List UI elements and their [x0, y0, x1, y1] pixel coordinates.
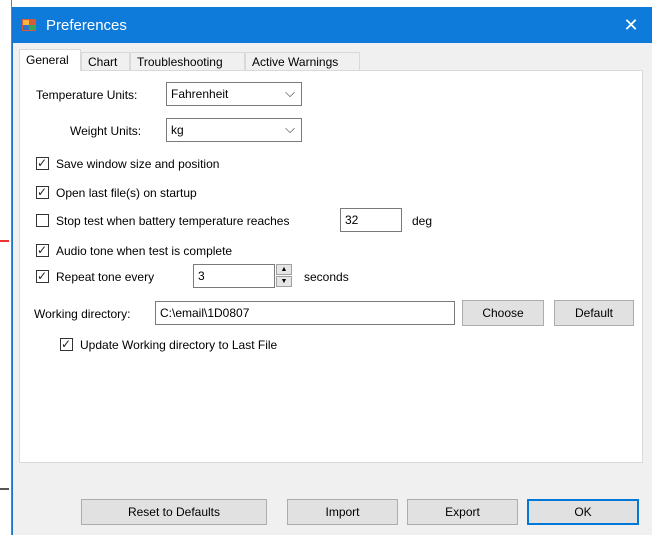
preferences-dialog: Preferences ✕ General Chart Troubleshoot…: [12, 7, 652, 535]
audio-tone-label: Audio tone when test is complete: [56, 244, 233, 258]
open-last-file-label: Open last file(s) on startup: [56, 186, 197, 200]
working-directory-input[interactable]: C:\email\1D0807: [155, 301, 455, 325]
close-icon[interactable]: ✕: [619, 13, 643, 37]
background-window-edge: [0, 0, 12, 535]
ok-button[interactable]: OK: [527, 499, 639, 525]
audio-tone-checkbox[interactable]: ✓: [36, 243, 49, 257]
app-logo-icon: [22, 19, 36, 31]
check-icon: ✓: [37, 185, 48, 199]
stop-temperature-value: 32: [345, 213, 359, 227]
stop-test-label: Stop test when battery temperature reach…: [56, 214, 290, 228]
general-tab-panel: Temperature Units: Fahrenheit ⌵ Weight U…: [19, 70, 643, 463]
reset-to-defaults-button[interactable]: Reset to Defaults: [81, 499, 267, 525]
check-icon: ✓: [37, 269, 48, 283]
tab-active-warnings[interactable]: Active Warnings: [245, 52, 360, 70]
save-window-label: Save window size and position: [56, 157, 220, 171]
tab-chart[interactable]: Chart: [81, 52, 130, 70]
background-marker: [0, 488, 9, 490]
working-directory-value: C:\email\1D0807: [160, 306, 250, 320]
check-icon: ✓: [37, 243, 48, 257]
chevron-down-icon: ⌵: [285, 121, 295, 136]
default-button[interactable]: Default: [554, 300, 634, 326]
choose-button[interactable]: Choose: [462, 300, 544, 326]
temperature-units-value: Fahrenheit: [171, 87, 229, 101]
open-last-file-checkbox[interactable]: ✓: [36, 185, 49, 199]
stop-temperature-unit: deg: [412, 214, 433, 228]
title-bar[interactable]: Preferences ✕: [13, 7, 652, 43]
export-button[interactable]: Export: [407, 499, 518, 525]
repeat-interval-unit: seconds: [304, 270, 349, 284]
check-icon: ✓: [61, 337, 72, 351]
stop-test-checkbox[interactable]: [36, 214, 49, 227]
repeat-interval-spinner[interactable]: ▲ ▼: [276, 264, 294, 288]
temperature-units-select[interactable]: Fahrenheit ⌵: [166, 82, 302, 106]
spin-down-icon[interactable]: ▼: [276, 276, 292, 287]
update-directory-checkbox[interactable]: ✓: [60, 337, 73, 351]
tab-troubleshooting[interactable]: Troubleshooting: [130, 52, 245, 70]
import-button[interactable]: Import: [287, 499, 398, 525]
background-marker: [0, 240, 9, 242]
chevron-down-icon: ⌵: [285, 85, 295, 100]
repeat-tone-checkbox[interactable]: ✓: [36, 269, 49, 283]
stop-temperature-input[interactable]: 32: [340, 208, 402, 232]
repeat-interval-value: 3: [198, 269, 205, 283]
window-title: Preferences: [46, 17, 127, 34]
working-directory-label: Working directory:: [34, 307, 131, 321]
check-icon: ✓: [37, 156, 48, 170]
repeat-tone-label: Repeat tone every: [56, 270, 155, 284]
tab-general[interactable]: General: [19, 49, 81, 71]
weight-units-label: Weight Units:: [70, 124, 142, 138]
save-window-checkbox[interactable]: ✓: [36, 156, 49, 170]
temperature-units-label: Temperature Units:: [36, 88, 138, 102]
repeat-interval-input[interactable]: 3: [193, 264, 275, 288]
spin-up-icon[interactable]: ▲: [276, 264, 292, 275]
weight-units-select[interactable]: kg ⌵: [166, 118, 302, 142]
update-directory-label: Update Working directory to Last File: [80, 338, 278, 352]
weight-units-value: kg: [171, 123, 184, 137]
